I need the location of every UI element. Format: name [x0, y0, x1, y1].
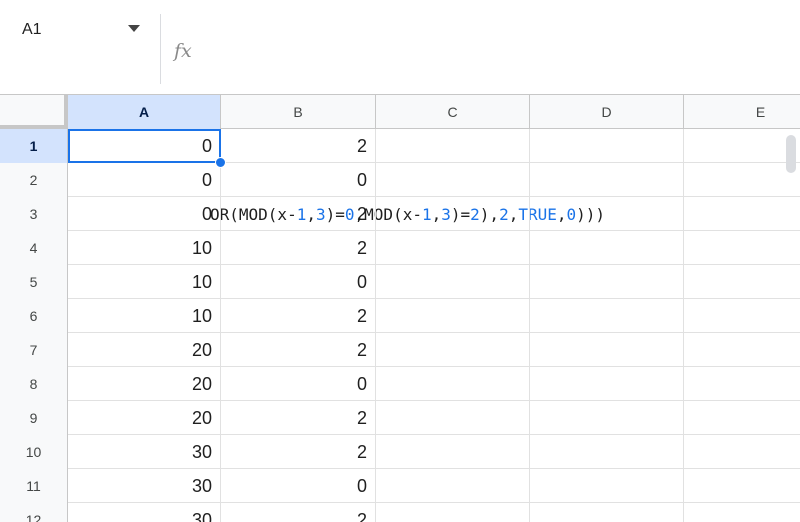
cell-d7[interactable] [530, 333, 684, 367]
cell-c1[interactable] [376, 129, 530, 163]
row-header[interactable]: 2 [0, 163, 68, 197]
row-header[interactable]: 7 [0, 333, 68, 367]
row-header[interactable]: 6 [0, 299, 68, 333]
cell-d5[interactable] [530, 265, 684, 299]
cell-b2[interactable]: 0 [221, 163, 376, 197]
cell-e4[interactable] [684, 231, 800, 265]
cell-a12[interactable]: 30 [68, 503, 221, 522]
cell-b12[interactable]: 2 [221, 503, 376, 522]
cell-d1[interactable] [530, 129, 684, 163]
formula-bar-divider [160, 14, 161, 84]
cell-a1[interactable]: 0 [68, 129, 221, 163]
formula-bar: A1 fx =MAKEARRAY(33,2,LAMBDA(x,y,IFS(y=1… [0, 0, 800, 224]
cell-d11[interactable] [530, 469, 684, 503]
cell-d9[interactable] [530, 401, 684, 435]
row-header[interactable]: 11 [0, 469, 68, 503]
cell-e1[interactable] [684, 129, 800, 163]
row-header[interactable]: 5 [0, 265, 68, 299]
table-row: 9 20 2 [0, 401, 800, 435]
cell-d12[interactable] [530, 503, 684, 522]
row-header[interactable]: 9 [0, 401, 68, 435]
cell-e8[interactable] [684, 367, 800, 401]
cell-e10[interactable] [684, 435, 800, 469]
cell-a2[interactable]: 0 [68, 163, 221, 197]
cell-d3[interactable] [530, 197, 684, 231]
cell-c5[interactable] [376, 265, 530, 299]
cell-e2[interactable] [684, 163, 800, 197]
cell-e7[interactable] [684, 333, 800, 367]
table-row: 7 20 2 [0, 333, 800, 367]
cell-b4[interactable]: 2 [221, 231, 376, 265]
cell-c10[interactable] [376, 435, 530, 469]
table-row: 11 30 0 [0, 469, 800, 503]
caret-down-icon[interactable] [128, 25, 140, 32]
table-row: 10 30 2 [0, 435, 800, 469]
cell-c12[interactable] [376, 503, 530, 522]
cell-b1[interactable]: 2 [221, 129, 376, 163]
cell-reference: A1 [22, 21, 42, 38]
fill-handle[interactable] [215, 157, 226, 168]
cell-a7[interactable]: 20 [68, 333, 221, 367]
cell-c2[interactable] [376, 163, 530, 197]
cell-e9[interactable] [684, 401, 800, 435]
table-row: 102 [0, 129, 800, 163]
cell-d2[interactable] [530, 163, 684, 197]
cell-a8[interactable]: 20 [68, 367, 221, 401]
cell-b10[interactable]: 2 [221, 435, 376, 469]
table-row: 5 10 0 [0, 265, 800, 299]
table-row: 6 10 2 [0, 299, 800, 333]
column-header-a[interactable]: A [68, 95, 221, 129]
cell-c7[interactable] [376, 333, 530, 367]
cell-b5[interactable]: 0 [221, 265, 376, 299]
row-header[interactable]: 1 [0, 129, 68, 163]
cell-b7[interactable]: 2 [221, 333, 376, 367]
cell-c4[interactable] [376, 231, 530, 265]
cell-a10[interactable]: 30 [68, 435, 221, 469]
column-header-row: A B C D E [0, 95, 800, 129]
cell-a4[interactable]: 10 [68, 231, 221, 265]
cell-e5[interactable] [684, 265, 800, 299]
column-header-b[interactable]: B [221, 95, 376, 129]
table-row: 302 [0, 197, 800, 231]
cell-b3[interactable]: 2 [221, 197, 376, 231]
cell-d4[interactable] [530, 231, 684, 265]
cell-b8[interactable]: 0 [221, 367, 376, 401]
cell-a11[interactable]: 30 [68, 469, 221, 503]
cell-c9[interactable] [376, 401, 530, 435]
cell-a3[interactable]: 0 [68, 197, 221, 231]
column-header-c[interactable]: C [376, 95, 530, 129]
row-header[interactable]: 4 [0, 231, 68, 265]
cell-a9[interactable]: 20 [68, 401, 221, 435]
cell-a5[interactable]: 10 [68, 265, 221, 299]
table-row: 8 20 0 [0, 367, 800, 401]
cell-b9[interactable]: 2 [221, 401, 376, 435]
cell-b6[interactable]: 2 [221, 299, 376, 333]
vertical-scrollbar[interactable] [786, 135, 796, 173]
fx-icon: fx [174, 40, 192, 62]
column-header-e[interactable]: E [684, 95, 800, 129]
row-header[interactable]: 3 [0, 197, 68, 231]
cell-e11[interactable] [684, 469, 800, 503]
row-header[interactable]: 12 [0, 503, 68, 522]
cell-d6[interactable] [530, 299, 684, 333]
cell-d10[interactable] [530, 435, 684, 469]
table-row: 4 10 2 [0, 231, 800, 265]
row-header[interactable]: 10 [0, 435, 68, 469]
table-row: 12 30 2 [0, 503, 800, 522]
cell-e12[interactable] [684, 503, 800, 522]
select-all-corner[interactable] [0, 95, 68, 129]
cell-c8[interactable] [376, 367, 530, 401]
cell-c3[interactable] [376, 197, 530, 231]
name-box[interactable]: A1 [0, 0, 150, 95]
cell-d8[interactable] [530, 367, 684, 401]
cell-b11[interactable]: 0 [221, 469, 376, 503]
cell-c11[interactable] [376, 469, 530, 503]
table-row: 200 [0, 163, 800, 197]
column-header-d[interactable]: D [530, 95, 684, 129]
cell-e3[interactable] [684, 197, 800, 231]
cell-e6[interactable] [684, 299, 800, 333]
row-header[interactable]: 8 [0, 367, 68, 401]
cell-a6[interactable]: 10 [68, 299, 221, 333]
cell-c6[interactable] [376, 299, 530, 333]
